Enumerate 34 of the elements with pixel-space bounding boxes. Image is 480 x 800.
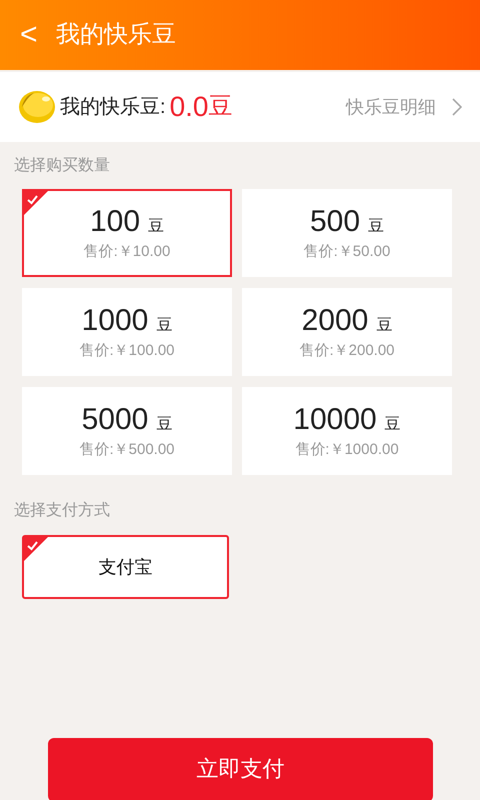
price-text: 售价:￥100.00 xyxy=(79,340,175,360)
section-label: 选择购买数量 xyxy=(13,156,111,176)
bean-amount: 10000 xyxy=(293,402,377,438)
bean-unit: 豆 xyxy=(376,316,392,336)
bean-unit: 豆 xyxy=(156,316,172,336)
bean-unit: 豆 xyxy=(368,217,384,237)
bean-icon xyxy=(18,89,56,125)
price-text: 售价:￥500.00 xyxy=(79,440,175,460)
price-text: 售价:￥50.00 xyxy=(304,242,390,262)
section-label: 选择支付方式 xyxy=(13,500,111,521)
bean-amount: 2000 xyxy=(302,303,368,339)
quantity-option[interactable]: 1000 豆 售价:￥100.00 xyxy=(22,288,232,376)
chevron-right-icon xyxy=(452,98,462,116)
quantity-option[interactable]: 500 豆 售价:￥50.00 xyxy=(242,189,452,277)
price-text: 售价:￥1000.00 xyxy=(295,440,399,460)
bean-unit: 豆 xyxy=(384,415,401,435)
bean-amount: 5000 xyxy=(82,402,148,438)
payment-option[interactable]: 支付宝 xyxy=(22,535,229,599)
pay-button[interactable]: 立即支付 xyxy=(48,738,433,800)
quantity-option[interactable]: 2000 豆 售价:￥200.00 xyxy=(242,288,452,376)
quantity-option[interactable]: 100 豆 售价:￥10.00 xyxy=(22,189,232,277)
balance-unit: 豆 xyxy=(208,92,232,122)
quantity-option[interactable]: 5000 豆 售价:￥500.00 xyxy=(22,387,232,475)
bean-amount: 100 xyxy=(90,204,140,240)
bean-unit: 豆 xyxy=(148,217,164,237)
price-text: 售价:￥10.00 xyxy=(84,242,170,262)
bean-unit: 豆 xyxy=(156,415,172,435)
bean-amount: 1000 xyxy=(82,303,148,339)
bean-amount: 500 xyxy=(310,204,360,240)
price-text: 售价:￥200.00 xyxy=(299,340,395,360)
balance-label: 我的快乐豆: xyxy=(60,95,166,120)
balance-amount: 0.0 xyxy=(170,93,208,121)
quantity-option[interactable]: 10000 豆 售价:￥1000.00 xyxy=(242,387,452,475)
page-title: 我的快乐豆 xyxy=(56,20,176,50)
